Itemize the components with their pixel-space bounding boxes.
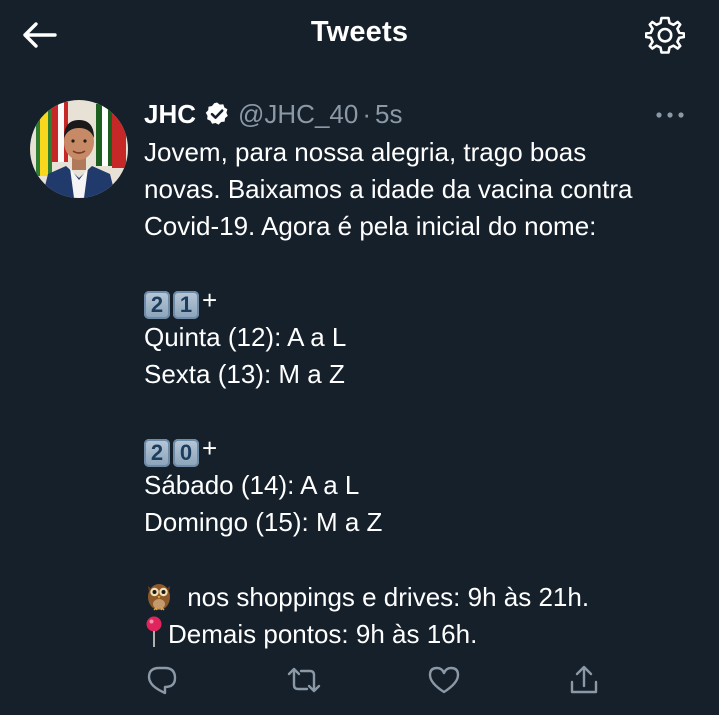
top-bar: Tweets <box>0 0 719 72</box>
share-icon <box>570 665 598 694</box>
display-name[interactable]: JHC <box>144 99 196 130</box>
separator-dot: · <box>362 98 372 129</box>
user-handle[interactable]: @JHC_40 <box>238 99 358 130</box>
plus-sign: + <box>202 285 218 315</box>
tweet-timestamp[interactable]: 5s <box>375 99 402 130</box>
keycap-digit: 2 <box>144 439 170 467</box>
schedule-line: Sábado (14): A a L <box>144 470 360 500</box>
verified-badge-icon <box>204 101 230 127</box>
info-line-shoppings: nos shoppings e drives: 9h às 21h. <box>144 578 704 615</box>
plus-sign: + <box>202 433 218 463</box>
tweet-text: Jovem, para nossa alegria, trago boas no… <box>144 134 704 652</box>
tweet-actions <box>0 660 719 700</box>
keycap-digit: 1 <box>173 291 199 319</box>
schedule-line: Quinta (12): A a L <box>144 322 347 352</box>
tweet-line: novas. Baixamos a idade da vacina contra <box>144 174 633 204</box>
profile-photo <box>30 100 128 198</box>
share-button[interactable] <box>562 660 606 700</box>
tweet-line: Covid-19. Agora é pela inicial do nome: <box>144 211 597 241</box>
info-text: Demais pontos: 9h às 16h. <box>168 619 478 649</box>
pin-icon <box>144 615 164 659</box>
avatar[interactable] <box>30 100 128 198</box>
retweet-icon <box>287 667 321 693</box>
info-text: nos shoppings e drives: 9h às 21h. <box>180 582 590 612</box>
reply-button[interactable] <box>140 660 184 700</box>
keycap-digit: 2 <box>144 291 170 319</box>
schedule-line: Sexta (13): M a Z <box>144 359 345 389</box>
retweet-button[interactable] <box>282 660 326 700</box>
tweet-line: Jovem, para nossa alegria, trago boas <box>144 137 587 167</box>
more-options-button[interactable] <box>650 100 690 130</box>
more-dots-icon <box>656 112 684 118</box>
settings-button[interactable] <box>642 12 688 58</box>
age-group-21: 2 1 + <box>144 282 704 319</box>
reply-icon <box>147 666 177 695</box>
gear-icon <box>645 16 685 54</box>
schedule-line: Domingo (15): M a Z <box>144 507 383 537</box>
like-button[interactable] <box>422 660 466 700</box>
page-title: Tweets <box>310 16 409 48</box>
age-group-20: 2 0 + <box>144 430 704 467</box>
like-icon <box>428 666 460 694</box>
tweets-screen: Tweets JHC @JHC_40 · 5s Jovem, para noss… <box>0 0 719 715</box>
tweet-header: JHC @JHC_40 · 5s <box>144 96 402 132</box>
keycap-digit: 0 <box>173 439 199 467</box>
info-line-others: Demais pontos: 9h às 16h. <box>144 615 704 652</box>
